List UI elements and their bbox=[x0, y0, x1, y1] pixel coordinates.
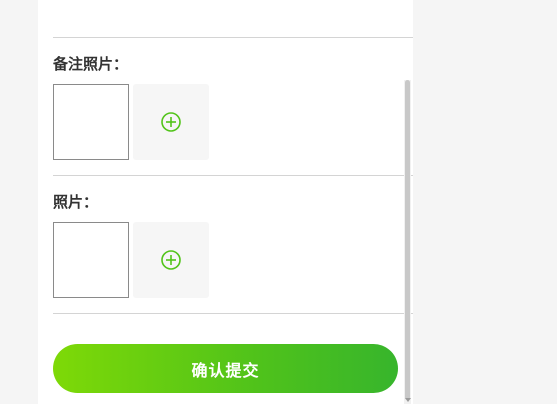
bottom-divider bbox=[53, 313, 413, 314]
plus-circle-icon bbox=[161, 112, 181, 132]
middle-divider bbox=[53, 175, 413, 176]
form-panel: 备注照片： 照片： 确认提交 bbox=[38, 0, 413, 404]
add-photo-button[interactable] bbox=[133, 222, 209, 298]
plus-circle-icon bbox=[161, 250, 181, 270]
remark-photos-label: 备注照片： bbox=[53, 55, 129, 73]
scrollbar-thumb[interactable] bbox=[405, 80, 410, 400]
photo-thumbnail[interactable] bbox=[53, 222, 129, 298]
submit-button[interactable]: 确认提交 bbox=[53, 344, 398, 393]
remark-photo-thumbnail[interactable] bbox=[53, 84, 129, 160]
photos-label: 照片： bbox=[53, 193, 99, 211]
scroll-down-arrow-icon[interactable] bbox=[405, 398, 411, 402]
add-remark-photo-button[interactable] bbox=[133, 84, 209, 160]
top-divider bbox=[53, 37, 413, 38]
